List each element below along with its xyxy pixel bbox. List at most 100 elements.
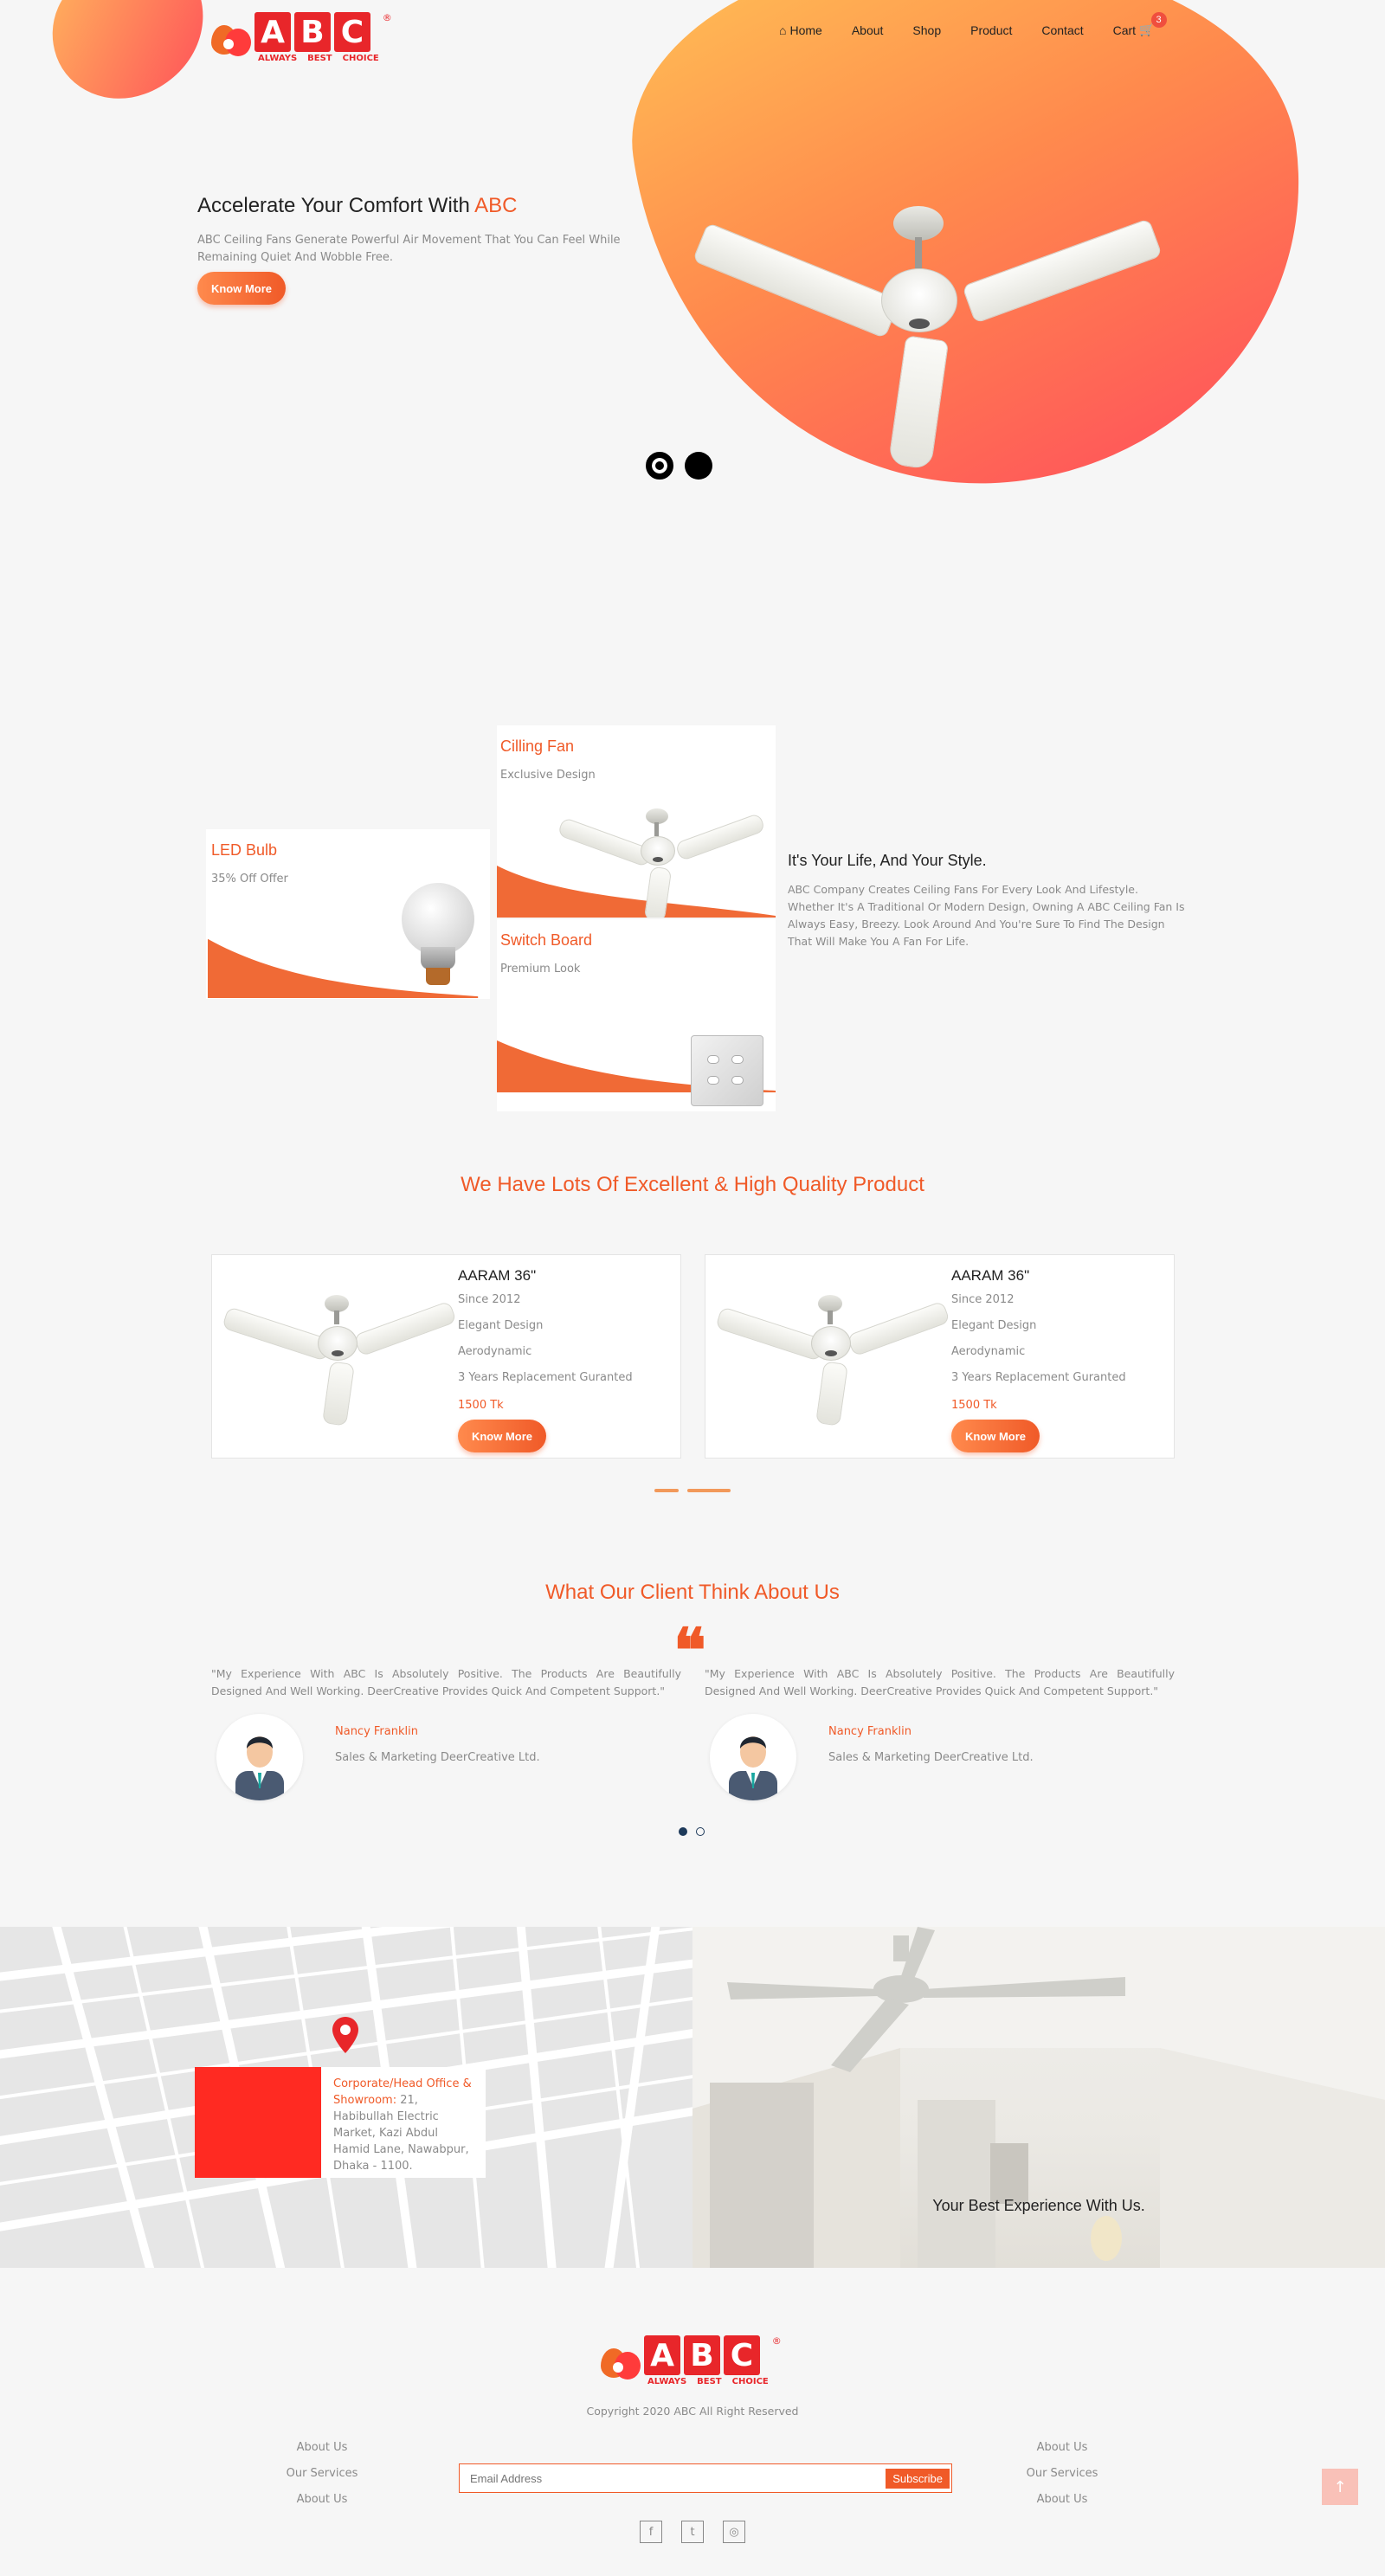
product-since: Since 2012	[951, 1293, 1015, 1306]
ceiling-fan-icon	[222, 1295, 457, 1426]
product-since: Since 2012	[458, 1293, 521, 1306]
cart-count-badge: 3	[1150, 12, 1167, 28]
avatar	[710, 1714, 796, 1800]
feature-card-ceiling-fan[interactable]: Cilling Fan Exclusive Design	[497, 725, 776, 918]
logo-letter: C	[334, 12, 370, 52]
registered-mark: ®	[382, 12, 392, 23]
footer-link-about[interactable]: About Us	[1002, 2441, 1123, 2454]
instagram-icon[interactable]: ◎	[723, 2521, 745, 2543]
hero-slider-dot-active[interactable]	[646, 452, 673, 480]
product-feature: Aerodynamic	[458, 1345, 532, 1358]
logo-tagline-word: ALWAYS	[647, 2377, 687, 2386]
feature-card-title: LED Bulb	[211, 841, 278, 859]
testimonial-role: Sales & Marketing DeerCreative Ltd.	[828, 1751, 1034, 1764]
product-name: AARAM 36"	[951, 1267, 1030, 1284]
nav-product[interactable]: Product	[970, 23, 1012, 37]
logo-flame-icon	[211, 18, 251, 58]
man-avatar-icon	[235, 1736, 284, 1800]
products-heading: We Have Lots Of Excellent & High Quality…	[461, 1173, 924, 1196]
newsletter-form: Subscribe	[459, 2463, 952, 2493]
feature-card-title: Switch Board	[500, 931, 593, 949]
ceiling-fan-icon	[715, 1295, 950, 1426]
style-description: ABC Company Creates Ceiling Fans For Eve…	[788, 883, 1185, 948]
logo-letter: B	[294, 12, 331, 52]
led-bulb-icon	[402, 883, 474, 956]
product-price: 1500 Tk	[458, 1399, 504, 1412]
logo-tagline-word: BEST	[697, 2377, 722, 2386]
logo-letter: A	[644, 2335, 680, 2375]
testimonial-slider-dot-active[interactable]	[679, 1827, 687, 1836]
footer-link-about[interactable]: About Us	[261, 2493, 383, 2506]
email-input[interactable]	[470, 2471, 886, 2485]
logo-letter: B	[684, 2335, 720, 2375]
style-title: It's Your Life, And Your Style.	[788, 852, 987, 869]
brand-logo[interactable]: A B C ALWAYS BEST CHOICE ®	[211, 12, 392, 63]
location-pin-icon	[332, 2017, 358, 2053]
testimonial-role: Sales & Marketing DeerCreative Ltd.	[335, 1751, 540, 1764]
testimonials-heading: What Our Client Think About Us	[545, 1581, 840, 1604]
product-card[interactable]: AARAM 36" Since 2012 Elegant Design Aero…	[705, 1254, 1175, 1459]
nav-cart[interactable]: Cart 🛒 3	[1113, 12, 1167, 37]
footer-link-about[interactable]: About Us	[261, 2441, 383, 2454]
product-feature: Elegant Design	[951, 1319, 1037, 1332]
feature-card-switch-board[interactable]: Switch Board Premium Look	[497, 919, 776, 1111]
nav-shop[interactable]: Shop	[912, 23, 941, 37]
facebook-icon[interactable]: f	[640, 2521, 662, 2543]
product-name: AARAM 36"	[458, 1267, 537, 1284]
nav-home[interactable]: ⌂ Home	[779, 23, 822, 37]
hero-slider-dot[interactable]	[685, 452, 712, 480]
office-address-card: Corporate/Head Office & Showroom: 21, Ha…	[321, 2067, 486, 2178]
footer-link-services[interactable]: Our Services	[1002, 2467, 1123, 2480]
decorative-blob	[34, 0, 226, 119]
nav-about[interactable]: About	[852, 23, 884, 37]
switch-board-icon	[691, 1035, 763, 1106]
feature-card-title: Cilling Fan	[500, 737, 575, 755]
feature-card-led-bulb[interactable]: LED Bulb 35% Off Offer	[206, 829, 490, 999]
testimonial-quote: "My Experience With ABC Is Absolutely Po…	[705, 1667, 1175, 1697]
footer-link-about[interactable]: About Us	[1002, 2493, 1123, 2506]
product-know-more-button[interactable]: Know More	[951, 1420, 1040, 1452]
product-feature: Elegant Design	[458, 1319, 544, 1332]
man-avatar-icon	[729, 1736, 777, 1800]
hero-title: Accelerate Your Comfort With ABC	[197, 194, 518, 217]
footer-logo[interactable]: A B C ALWAYS BEST CHOICE ®	[601, 2335, 782, 2386]
logo-tagline-word: ALWAYS	[258, 54, 298, 63]
product-card[interactable]: AARAM 36" Since 2012 Elegant Design Aero…	[211, 1254, 681, 1459]
testimonial-slider-dot[interactable]	[696, 1827, 705, 1836]
subscribe-button[interactable]: Subscribe	[886, 2468, 950, 2489]
testimonial-quote: "My Experience With ABC Is Absolutely Po…	[211, 1667, 681, 1697]
product-feature: 3 Years Replacement Guranted	[458, 1371, 633, 1384]
hero-title-brand: ABC	[474, 194, 518, 217]
product-feature: 3 Years Replacement Guranted	[951, 1371, 1126, 1384]
room-photo	[692, 1927, 1385, 2268]
cart-icon: 🛒	[1139, 23, 1155, 36]
feature-card-subtitle: 35% Off Offer	[211, 873, 288, 886]
hero-ceiling-fan-image	[692, 199, 1163, 470]
footer-link-services[interactable]: Our Services	[261, 2467, 383, 2480]
product-slider-indicator[interactable]	[654, 1489, 679, 1492]
product-price: 1500 Tk	[951, 1399, 997, 1412]
room-background-image	[692, 1927, 1385, 2268]
avatar	[216, 1714, 303, 1800]
feature-card-subtitle: Premium Look	[500, 963, 581, 976]
copyright-text: Copyright 2020 ABC All Right Reserved	[586, 2405, 799, 2418]
experience-tagline: Your Best Experience With Us.	[932, 2197, 1145, 2214]
hero-know-more-button[interactable]: Know More	[197, 272, 286, 305]
scroll-to-top-button[interactable]: ↑	[1322, 2469, 1358, 2505]
nav-contact[interactable]: Contact	[1041, 23, 1083, 37]
office-image-placeholder	[195, 2067, 321, 2178]
logo-flame-icon	[601, 2341, 641, 2381]
product-slider-indicator-active[interactable]	[687, 1489, 731, 1492]
hero-description: ABC Ceiling Fans Generate Powerful Air M…	[197, 234, 621, 264]
logo-tagline-word: CHOICE	[731, 2377, 769, 2386]
product-know-more-button[interactable]: Know More	[458, 1420, 546, 1452]
ceiling-fan-icon	[557, 808, 766, 918]
testimonial-name: Nancy Franklin	[828, 1725, 912, 1738]
twitter-icon[interactable]: t	[681, 2521, 704, 2543]
logo-tagline-word: BEST	[307, 54, 332, 63]
logo-letter: A	[254, 12, 291, 52]
home-icon: ⌂	[779, 23, 787, 37]
feature-card-subtitle: Exclusive Design	[500, 769, 596, 782]
product-feature: Aerodynamic	[951, 1345, 1026, 1358]
main-nav: ⌂ Home About Shop Product Contact Cart 🛒 …	[779, 12, 1167, 37]
